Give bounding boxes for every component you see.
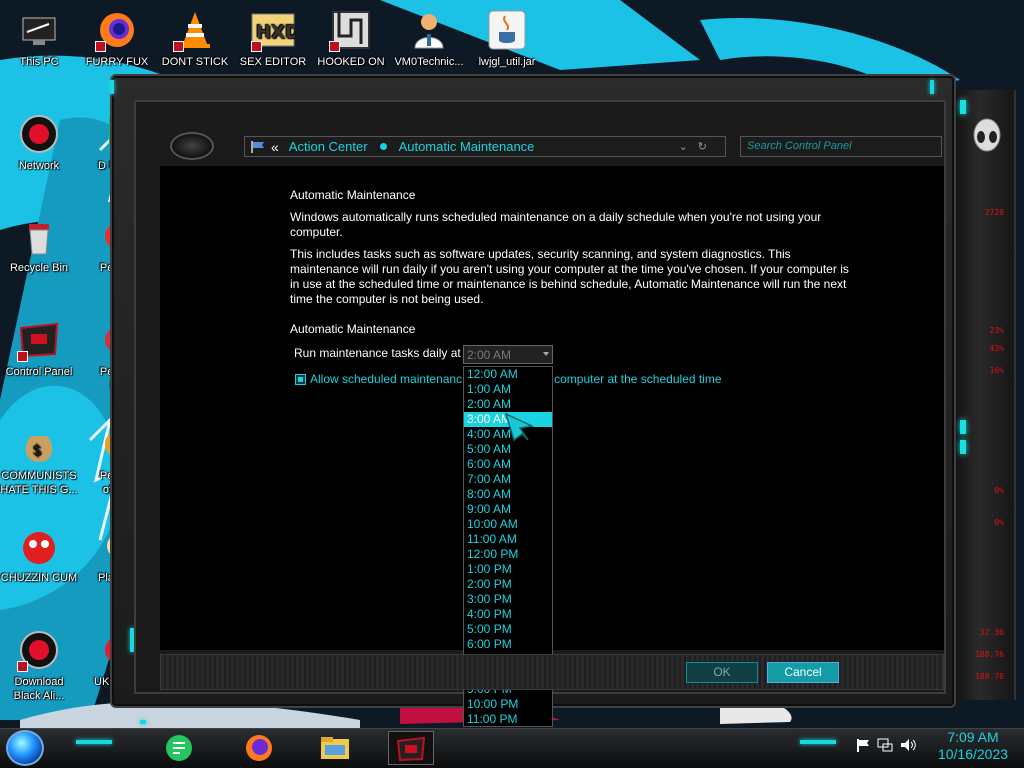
page-title: Automatic Maintenance <box>290 188 416 202</box>
time-option[interactable]: 10:00 PM <box>464 697 552 712</box>
file-explorer-icon <box>321 737 349 759</box>
breadcrumb-automatic-maintenance[interactable]: Automatic Maintenance <box>399 139 535 154</box>
sidebar-stat: 43% <box>989 344 1004 353</box>
taskbar-control-panel[interactable] <box>388 731 434 765</box>
breadcrumb-action-center[interactable]: Action Center <box>289 139 368 154</box>
start-button[interactable] <box>6 730 44 766</box>
vlc-cone-icon <box>173 8 217 52</box>
breadcrumb-separator-icon[interactable] <box>379 143 387 150</box>
alien-orb-icon <box>17 628 61 672</box>
search-box[interactable] <box>740 136 942 157</box>
alien-head-icon <box>973 118 1001 152</box>
taskbar-clock[interactable]: 7:09 AM 10/16/2023 <box>928 729 1018 763</box>
time-option[interactable]: 4:00 PM <box>464 607 552 622</box>
doctor-icon <box>407 8 451 52</box>
time-option[interactable]: 10:00 AM <box>464 517 552 532</box>
time-option[interactable]: 11:00 PM <box>464 712 552 727</box>
sidebar-stat: 188.76 <box>975 650 1004 659</box>
money-bag-icon: $ <box>17 422 61 466</box>
desktop-icon-dont-stick[interactable]: DONT STICK <box>156 8 234 69</box>
desktop-icon-sex-editor[interactable]: HXD SEX EDITOR <box>234 8 312 69</box>
recycle-bin-icon <box>17 214 61 258</box>
time-option[interactable]: 7:00 AM <box>464 472 552 487</box>
breadcrumb-overflow[interactable]: « <box>271 139 279 155</box>
desktop-icon-this-pc[interactable]: This PC <box>0 8 78 69</box>
sidebar-stat: 23% <box>989 326 1004 335</box>
control-panel-icon <box>396 736 426 761</box>
desktop-icon-vm0technic[interactable]: VM0Technic... <box>390 8 468 69</box>
desktop-icon-lwjgl-util[interactable]: lwjgl_util.jar <box>468 8 546 69</box>
time-option[interactable]: 8:00 AM <box>464 487 552 502</box>
mouse-cursor-icon <box>504 412 534 442</box>
address-dropdown-refresh-icons[interactable]: ⌄↻ <box>679 140 717 153</box>
taskbar-firefox[interactable] <box>236 731 282 765</box>
time-option[interactable]: 12:00 PM <box>464 547 552 562</box>
allow-wake-label-start: Allow scheduled maintenanc <box>310 372 463 386</box>
clock-date: 10/16/2023 <box>937 746 1009 762</box>
time-option[interactable]: 6:00 PM <box>464 637 552 652</box>
system-monitor-gadget: 2728 23% 43% 16% 0% 0% 32.36 188.76 188.… <box>954 90 1016 700</box>
sidebar-stat: 2728 <box>984 208 1004 217</box>
time-option[interactable]: 1:00 PM <box>464 562 552 577</box>
cancel-button[interactable]: Cancel <box>767 662 839 683</box>
search-input[interactable] <box>747 140 927 152</box>
run-time-label: Run maintenance tasks daily at <box>294 346 461 360</box>
time-option[interactable]: 3:00 PM <box>464 592 552 607</box>
sidebar-stat: 32.36 <box>979 628 1004 637</box>
hxd-icon: HXD <box>251 8 295 52</box>
time-option[interactable]: 2:00 PM <box>464 577 552 592</box>
desktop-icon-hooked-on[interactable]: HOOKED ON <box>312 8 390 69</box>
address-bar[interactable]: « Action Center Automatic Maintenance ⌄↻ <box>244 136 726 157</box>
sidebar-stat: 16% <box>989 366 1004 375</box>
allow-wake-label-end: computer at the scheduled time <box>554 372 722 386</box>
svg-text:$: $ <box>33 443 42 459</box>
network-icon[interactable] <box>877 737 893 753</box>
sidebar-stat: 0% <box>994 486 1004 495</box>
sidebar-stat: 188.76 <box>975 672 1004 681</box>
taskbar-file-explorer[interactable] <box>312 731 358 765</box>
time-option[interactable]: 6:00 AM <box>464 457 552 472</box>
system-tray <box>855 737 917 753</box>
flag-icon <box>251 140 264 153</box>
time-option[interactable]: 11:00 AM <box>464 532 552 547</box>
details-paragraph: This includes tasks such as software upd… <box>290 247 849 306</box>
maintenance-time-select[interactable]: 2:00 AM <box>463 345 553 364</box>
sidebar-stat: 0% <box>994 518 1004 527</box>
time-option[interactable]: 5:00 AM <box>464 442 552 457</box>
action-center-flag-icon[interactable] <box>855 737 871 753</box>
taskbar-notes-app[interactable] <box>156 731 202 765</box>
time-option[interactable]: 9:00 AM <box>464 502 552 517</box>
notes-app-icon <box>166 735 192 761</box>
java-icon <box>485 8 529 52</box>
allow-wake-checkbox[interactable] <box>295 373 306 385</box>
selected-time: 2:00 AM <box>467 348 512 362</box>
clock-time: 7:09 AM <box>947 729 999 745</box>
desktop-icon-furry-fux[interactable]: FURRY FUX <box>78 8 156 69</box>
firefox-icon <box>95 8 139 52</box>
chevron-down-icon <box>543 352 549 356</box>
volume-icon[interactable] <box>899 737 917 753</box>
time-option[interactable]: 5:00 PM <box>464 622 552 637</box>
description-paragraph: Windows automatically runs scheduled mai… <box>290 210 822 239</box>
time-option[interactable]: 1:00 AM <box>464 382 552 397</box>
time-option[interactable]: 2:00 AM <box>464 397 552 412</box>
section-heading: Automatic Maintenance <box>290 322 416 336</box>
control-panel-icon <box>17 318 61 362</box>
ok-button[interactable]: OK <box>686 662 758 683</box>
maze-icon <box>329 8 373 52</box>
chuzzle-icon <box>17 524 61 568</box>
time-option[interactable]: 12:00 AM <box>464 367 552 382</box>
svg-text:HXD: HXD <box>256 22 295 43</box>
firefox-icon <box>246 735 272 761</box>
network-orb-icon <box>17 112 61 156</box>
back-forward-orb[interactable] <box>170 132 214 160</box>
computer-icon <box>17 8 61 52</box>
